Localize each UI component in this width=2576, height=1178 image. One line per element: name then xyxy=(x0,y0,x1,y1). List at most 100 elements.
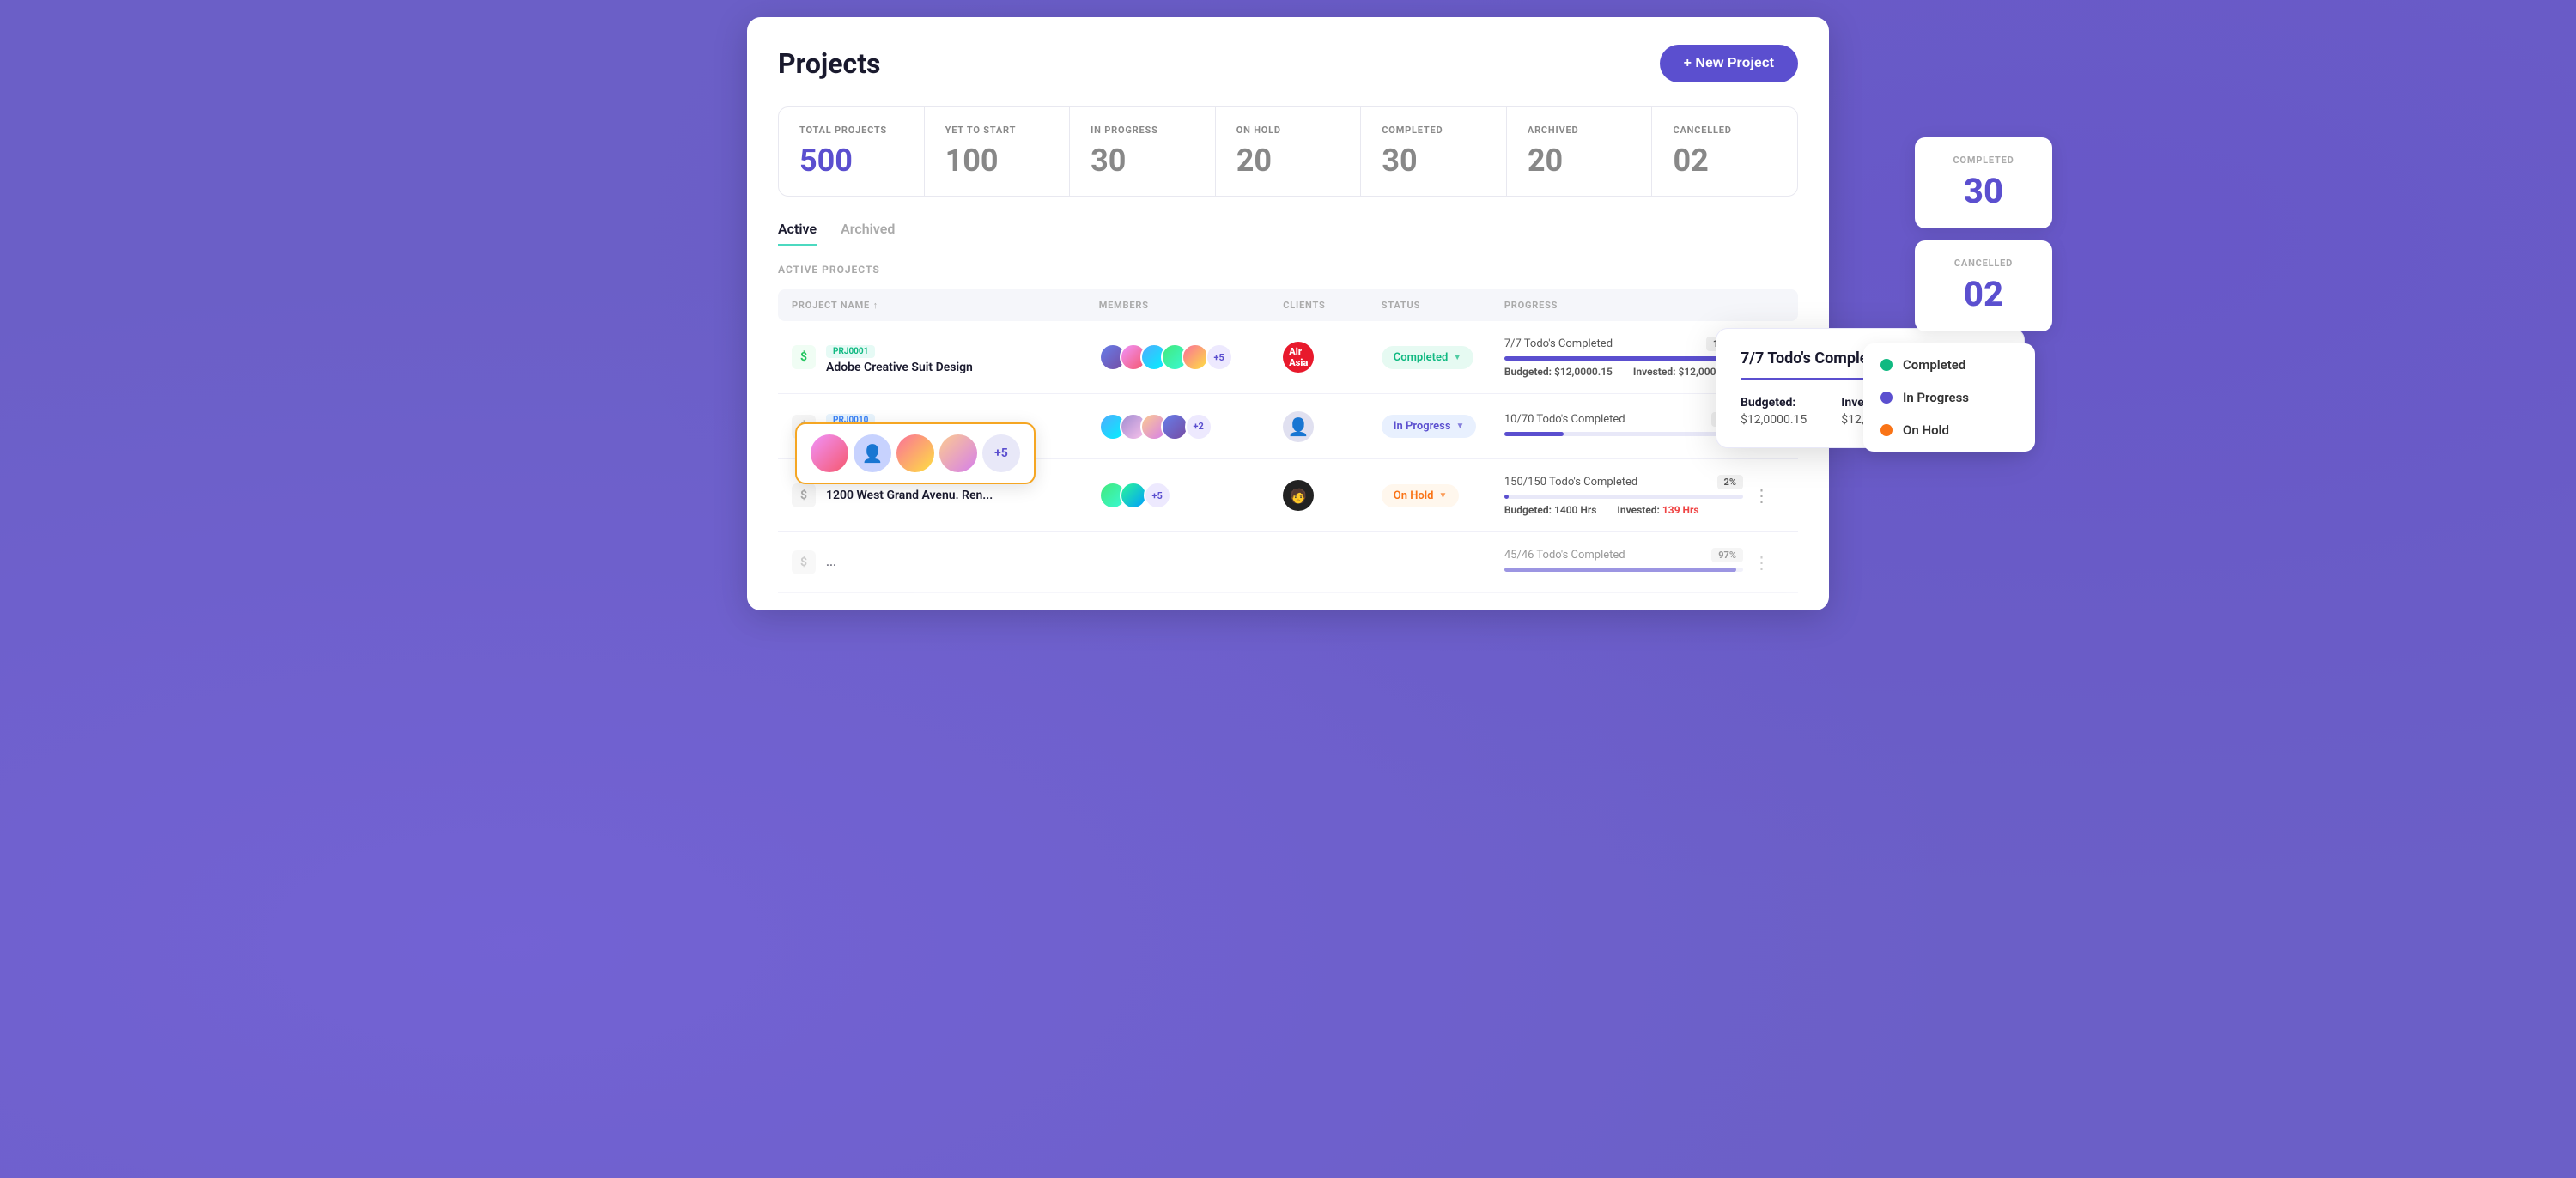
project-name-4: ... xyxy=(826,556,836,569)
tabs-row: Active Archived xyxy=(778,221,1798,246)
client-logo-1: AirAsia xyxy=(1283,342,1314,373)
pct-badge-3: 2% xyxy=(1717,475,1743,489)
status-legend: Completed In Progress On Hold xyxy=(1863,343,2035,452)
project-name-cell-3: $ 1200 West Grand Avenu. Ren... xyxy=(792,483,1099,507)
progress-cell-4: 45/46 Todo's Completed 97% xyxy=(1504,548,1750,577)
progress-cell-2: 10/70 Todo's Completed 25% xyxy=(1504,412,1750,441)
status-cell-1: Completed ▼ xyxy=(1382,346,1504,369)
avatar-count-3: +5 xyxy=(1144,482,1171,509)
legend-completed: Completed xyxy=(1880,357,2018,373)
table-row: $ PRJ0001 Adobe Creative Suit Design +5 xyxy=(778,321,1798,394)
stats-row: TOTAL PROJECTS 500 YET TO START 100 IN P… xyxy=(778,106,1798,197)
project-name-3: 1200 West Grand Avenu. Ren... xyxy=(826,489,993,502)
hover-avatar: 👤 xyxy=(854,434,891,472)
chevron-down-icon: ▼ xyxy=(1453,353,1461,362)
progress-cell-1: 7/7 Todo's Completed 100% Budgeted: $12,… xyxy=(1504,337,1750,378)
status-cell-3: On Hold ▼ xyxy=(1382,484,1504,507)
chevron-down-icon: ▼ xyxy=(1456,422,1465,431)
stat-oh-value: 20 xyxy=(1236,143,1340,179)
page-title: Projects xyxy=(778,47,880,80)
progress-fill-2 xyxy=(1504,432,1564,436)
avatar xyxy=(1120,482,1147,509)
completed-stat-card: COMPLETED 30 xyxy=(1915,137,2052,228)
stat-oh-label: ON HOLD xyxy=(1236,124,1340,136)
hover-avatar xyxy=(896,434,934,472)
avatar-count-1: +5 xyxy=(1206,343,1233,371)
progress-track-1 xyxy=(1504,356,1743,361)
avatar-stack-1 xyxy=(1099,343,1202,371)
tab-active[interactable]: Active xyxy=(778,221,817,246)
project-name-cell-4: $ ... xyxy=(792,550,1099,574)
completed-stat-label: COMPLETED xyxy=(1935,155,2032,166)
new-project-button[interactable]: + New Project xyxy=(1660,45,1798,82)
cancelled-stat-label: CANCELLED xyxy=(1935,258,2032,269)
legend-inprogress-label: In Progress xyxy=(1903,390,1969,405)
th-clients: CLIENTS xyxy=(1283,300,1381,311)
project-name-1: Adobe Creative Suit Design xyxy=(826,361,973,374)
avatar xyxy=(1161,413,1188,440)
popup-budgeted-label: Budgeted: xyxy=(1741,396,1807,410)
completed-stat-value: 30 xyxy=(1935,171,2032,211)
progress-cell-3: 150/150 Todo's Completed 2% Budgeted: 14… xyxy=(1504,475,1750,516)
stat-in-progress: IN PROGRESS 30 xyxy=(1070,107,1216,196)
active-projects-label: ACTIVE PROJECTS xyxy=(778,264,1798,276)
project-name-cell-1: $ PRJ0001 Adobe Creative Suit Design xyxy=(792,341,1099,374)
progress-track-2 xyxy=(1504,432,1743,436)
dollar-icon-4: $ xyxy=(792,550,816,574)
client-cell-3: 🧑 xyxy=(1283,480,1381,511)
budget-row-1: Budgeted: $12,0000.15 Invested: $12,0000… xyxy=(1504,366,1743,378)
client-logo-3: 🧑 xyxy=(1283,480,1314,511)
status-badge-1[interactable]: Completed ▼ xyxy=(1382,346,1473,369)
main-card: Projects + New Project TOTAL PROJECTS 50… xyxy=(747,17,1829,610)
th-status: STATUS xyxy=(1382,300,1504,311)
avatar-stack-2 xyxy=(1099,413,1182,440)
progress-fill-1 xyxy=(1504,356,1743,361)
stat-total-value: 500 xyxy=(799,143,903,179)
todos-text-4: 45/46 Todo's Completed xyxy=(1504,549,1625,562)
status-badge-2[interactable]: In Progress ▼ xyxy=(1382,415,1477,438)
members-cell-3: +5 xyxy=(1099,482,1284,509)
progress-fill-3 xyxy=(1504,495,1510,499)
cancelled-stat-card: CANCELLED 02 xyxy=(1915,240,2052,331)
legend-onhold: On Hold xyxy=(1880,422,2018,438)
avatar-stack-3 xyxy=(1099,482,1140,509)
more-options-button-4[interactable]: ⋮ xyxy=(1750,550,1774,574)
legend-inprogress: In Progress xyxy=(1880,390,2018,405)
table-row: $ PRJ0010 Building +2 👤 xyxy=(778,394,1798,459)
header-row: Projects + New Project xyxy=(778,45,1798,82)
progress-track-3 xyxy=(1504,495,1743,499)
stat-yts-value: 100 xyxy=(945,143,1049,179)
legend-completed-label: Completed xyxy=(1903,357,1965,373)
stat-comp-label: COMPLETED xyxy=(1382,124,1485,136)
more-options-button-3[interactable]: ⋮ xyxy=(1750,483,1774,507)
stat-ip-value: 30 xyxy=(1091,143,1194,179)
members-hover-popup: 👤 +5 xyxy=(795,422,1036,484)
tab-archived[interactable]: Archived xyxy=(841,221,895,246)
hover-count: +5 xyxy=(982,434,1020,472)
todos-text-2: 10/70 Todo's Completed xyxy=(1504,413,1625,426)
stat-total: TOTAL PROJECTS 500 xyxy=(779,107,925,196)
table-row: $ ... 45/46 Todo's Completed 97% xyxy=(778,532,1798,593)
onhold-dot xyxy=(1880,424,1893,436)
stat-arch-label: ARCHIVED xyxy=(1528,124,1631,136)
th-progress: PROGRESS xyxy=(1504,300,1750,311)
stat-cancelled: CANCELLED 02 xyxy=(1652,107,1797,196)
stat-completed: COMPLETED 30 xyxy=(1361,107,1507,196)
status-badge-3[interactable]: On Hold ▼ xyxy=(1382,484,1460,507)
inprogress-dot xyxy=(1880,392,1893,404)
stat-canc-value: 02 xyxy=(1673,143,1777,179)
th-actions xyxy=(1750,300,1784,311)
project-tag-1: PRJ0001 xyxy=(826,345,875,358)
stat-total-label: TOTAL PROJECTS xyxy=(799,124,903,136)
client-cell-2: 👤 xyxy=(1283,411,1381,442)
avatar xyxy=(1182,343,1209,371)
client-cell-1: AirAsia xyxy=(1283,342,1381,373)
stat-yts-label: YET TO START xyxy=(945,124,1049,136)
active-projects-section: ACTIVE PROJECTS PROJECT NAME ↑ MEMBERS C… xyxy=(778,264,1798,610)
todos-text-3: 150/150 Todo's Completed xyxy=(1504,476,1637,489)
members-cell-1: +5 xyxy=(1099,343,1284,371)
status-cell-2: In Progress ▼ xyxy=(1382,415,1504,438)
progress-fill-4 xyxy=(1504,568,1736,572)
budget-row-3: Budgeted: 1400 Hrs Invested: 139 Hrs xyxy=(1504,504,1743,516)
stat-arch-value: 20 xyxy=(1528,143,1631,179)
